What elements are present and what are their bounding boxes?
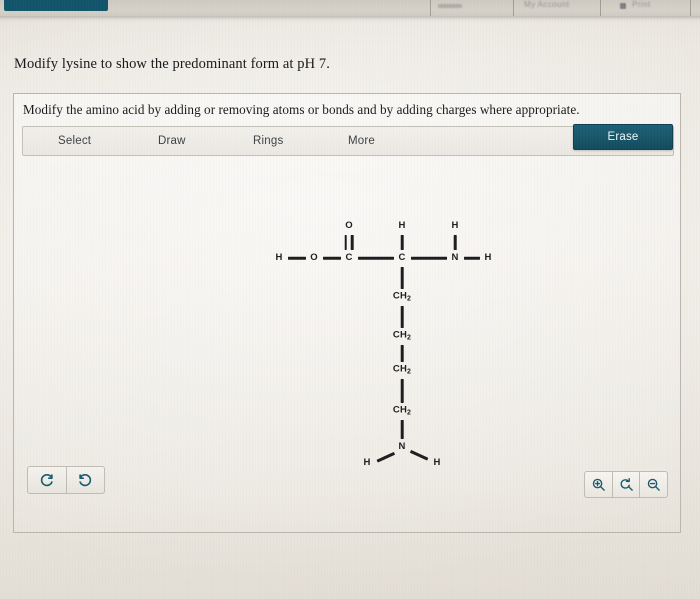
atom-label[interactable]: O bbox=[345, 221, 353, 231]
zoom-button-group bbox=[584, 471, 668, 498]
browser-divider bbox=[690, 0, 691, 16]
bond bbox=[344, 234, 348, 250]
bond bbox=[463, 256, 480, 260]
atom-label[interactable]: H bbox=[484, 253, 491, 263]
atom-label[interactable]: N bbox=[451, 253, 458, 263]
bond bbox=[400, 419, 404, 439]
browser-tab-accent bbox=[4, 0, 108, 11]
bond bbox=[400, 234, 404, 250]
molecule-editor-panel: Modify the amino acid by adding or remov… bbox=[13, 93, 681, 533]
browser-chrome-strip: My Account Print bbox=[0, 0, 700, 16]
tab-select[interactable]: Select bbox=[58, 127, 91, 155]
browser-ghost-icon bbox=[620, 3, 626, 9]
browser-ghost-label-account: My Account bbox=[524, 1, 570, 9]
browser-ghost-label-print: Print bbox=[632, 1, 651, 9]
zoom-out-button[interactable] bbox=[639, 472, 667, 497]
question-prompt: Modify lysine to show the predominant fo… bbox=[14, 56, 330, 72]
browser-divider bbox=[430, 0, 431, 16]
tab-rings[interactable]: Rings bbox=[253, 127, 283, 155]
bond bbox=[400, 305, 404, 328]
bond bbox=[322, 256, 341, 260]
bond bbox=[400, 344, 404, 362]
redo-circular-arrow-icon bbox=[39, 473, 54, 488]
bond bbox=[400, 266, 404, 289]
atom-label[interactable]: N bbox=[398, 442, 405, 452]
browser-ghost-bar bbox=[438, 4, 462, 8]
zoom-reset-button[interactable] bbox=[611, 472, 640, 497]
zoom-in-button[interactable] bbox=[585, 472, 612, 497]
browser-strip-shadow bbox=[0, 16, 700, 23]
molecule-canvas[interactable]: H O C O C H N H H CH2 CH2 CH2 CH2 N H H bbox=[22, 160, 674, 526]
browser-divider bbox=[600, 0, 601, 16]
page-background: My Account Print Modify lysine to show t… bbox=[0, 0, 700, 599]
bond bbox=[376, 451, 396, 463]
magnifier-reset-icon bbox=[619, 477, 634, 492]
bond bbox=[410, 256, 447, 260]
atom-label[interactable]: H bbox=[275, 253, 282, 263]
atom-label[interactable]: H bbox=[433, 458, 440, 468]
bond bbox=[357, 256, 394, 260]
editor-toolbar: Select Draw Rings More Erase bbox=[22, 124, 674, 156]
redo-button[interactable] bbox=[28, 467, 66, 493]
magnifier-minus-icon bbox=[646, 477, 661, 492]
tab-more[interactable]: More bbox=[348, 127, 375, 155]
bond bbox=[287, 256, 306, 260]
atom-label[interactable]: H bbox=[451, 221, 458, 231]
bond bbox=[350, 234, 354, 250]
bond bbox=[453, 234, 457, 250]
atom-label[interactable]: CH2 bbox=[393, 330, 411, 342]
bond bbox=[400, 378, 404, 403]
atom-label[interactable]: H bbox=[398, 221, 405, 231]
tab-draw[interactable]: Draw bbox=[158, 127, 186, 155]
atom-label[interactable]: C bbox=[345, 253, 352, 263]
editor-instruction: Modify the amino acid by adding or remov… bbox=[23, 102, 580, 117]
atom-label[interactable]: C bbox=[398, 253, 405, 263]
undo-circular-arrow-icon bbox=[78, 473, 93, 488]
undo-button[interactable] bbox=[65, 467, 105, 493]
history-button-group bbox=[27, 466, 105, 494]
atom-label[interactable]: CH2 bbox=[393, 405, 411, 417]
bond bbox=[409, 449, 429, 460]
erase-button[interactable]: Erase bbox=[573, 124, 673, 150]
atom-label[interactable]: H bbox=[363, 458, 370, 468]
lysine-structure: H O C O C H N H H CH2 CH2 CH2 CH2 N H H bbox=[22, 160, 674, 526]
magnifier-plus-icon bbox=[591, 477, 606, 492]
atom-label[interactable]: O bbox=[310, 253, 318, 263]
browser-divider bbox=[513, 0, 514, 16]
atom-label[interactable]: CH2 bbox=[393, 364, 411, 376]
atom-label[interactable]: CH2 bbox=[393, 291, 411, 303]
